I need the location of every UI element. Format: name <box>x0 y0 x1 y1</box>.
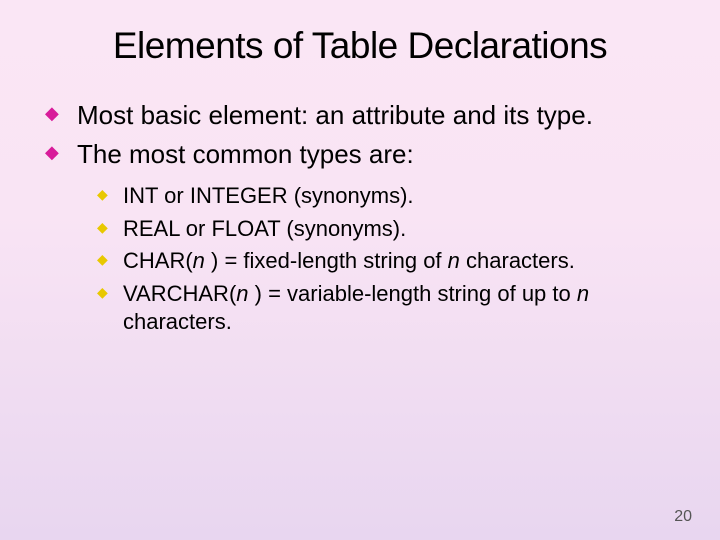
sub-bullet-text-part: ) = variable-length string of up to <box>255 281 577 306</box>
italic-n: n <box>193 248 211 273</box>
sub-bullet-text-part: VARCHAR( <box>123 281 236 306</box>
bullet-item-1: Most basic element: an attribute and its… <box>45 99 675 132</box>
italic-n: n <box>577 281 589 306</box>
bullet-list-level2: INT or INTEGER (synonyms). REAL or FLOAT… <box>77 182 675 337</box>
bullet-text: The most common types are: <box>77 139 414 169</box>
bullet-text: Most basic element: an attribute and its… <box>77 100 593 130</box>
slide-title: Elements of Table Declarations <box>45 25 675 67</box>
sub-bullet-text: INT or INTEGER (synonyms). <box>123 183 414 208</box>
sub-bullet-text: REAL or FLOAT (synonyms). <box>123 216 406 241</box>
sub-bullet-3: CHAR(n ) = fixed-length string of n char… <box>97 247 675 276</box>
bullet-list-level1: Most basic element: an attribute and its… <box>45 99 675 337</box>
slide: Elements of Table Declarations Most basi… <box>0 0 720 540</box>
sub-bullet-text-part: characters. <box>466 248 575 273</box>
italic-n: n <box>448 248 466 273</box>
italic-n: n <box>236 281 254 306</box>
sub-bullet-4: VARCHAR(n ) = variable-length string of … <box>97 280 675 337</box>
bullet-item-2: The most common types are: INT or INTEGE… <box>45 138 675 337</box>
sub-bullet-text-part: ) = fixed-length string of <box>211 248 448 273</box>
sub-bullet-2: REAL or FLOAT (synonyms). <box>97 215 675 244</box>
sub-bullet-text-part: CHAR( <box>123 248 193 273</box>
page-number: 20 <box>674 508 692 526</box>
sub-bullet-1: INT or INTEGER (synonyms). <box>97 182 675 211</box>
sub-bullet-text-part: characters. <box>123 309 232 334</box>
